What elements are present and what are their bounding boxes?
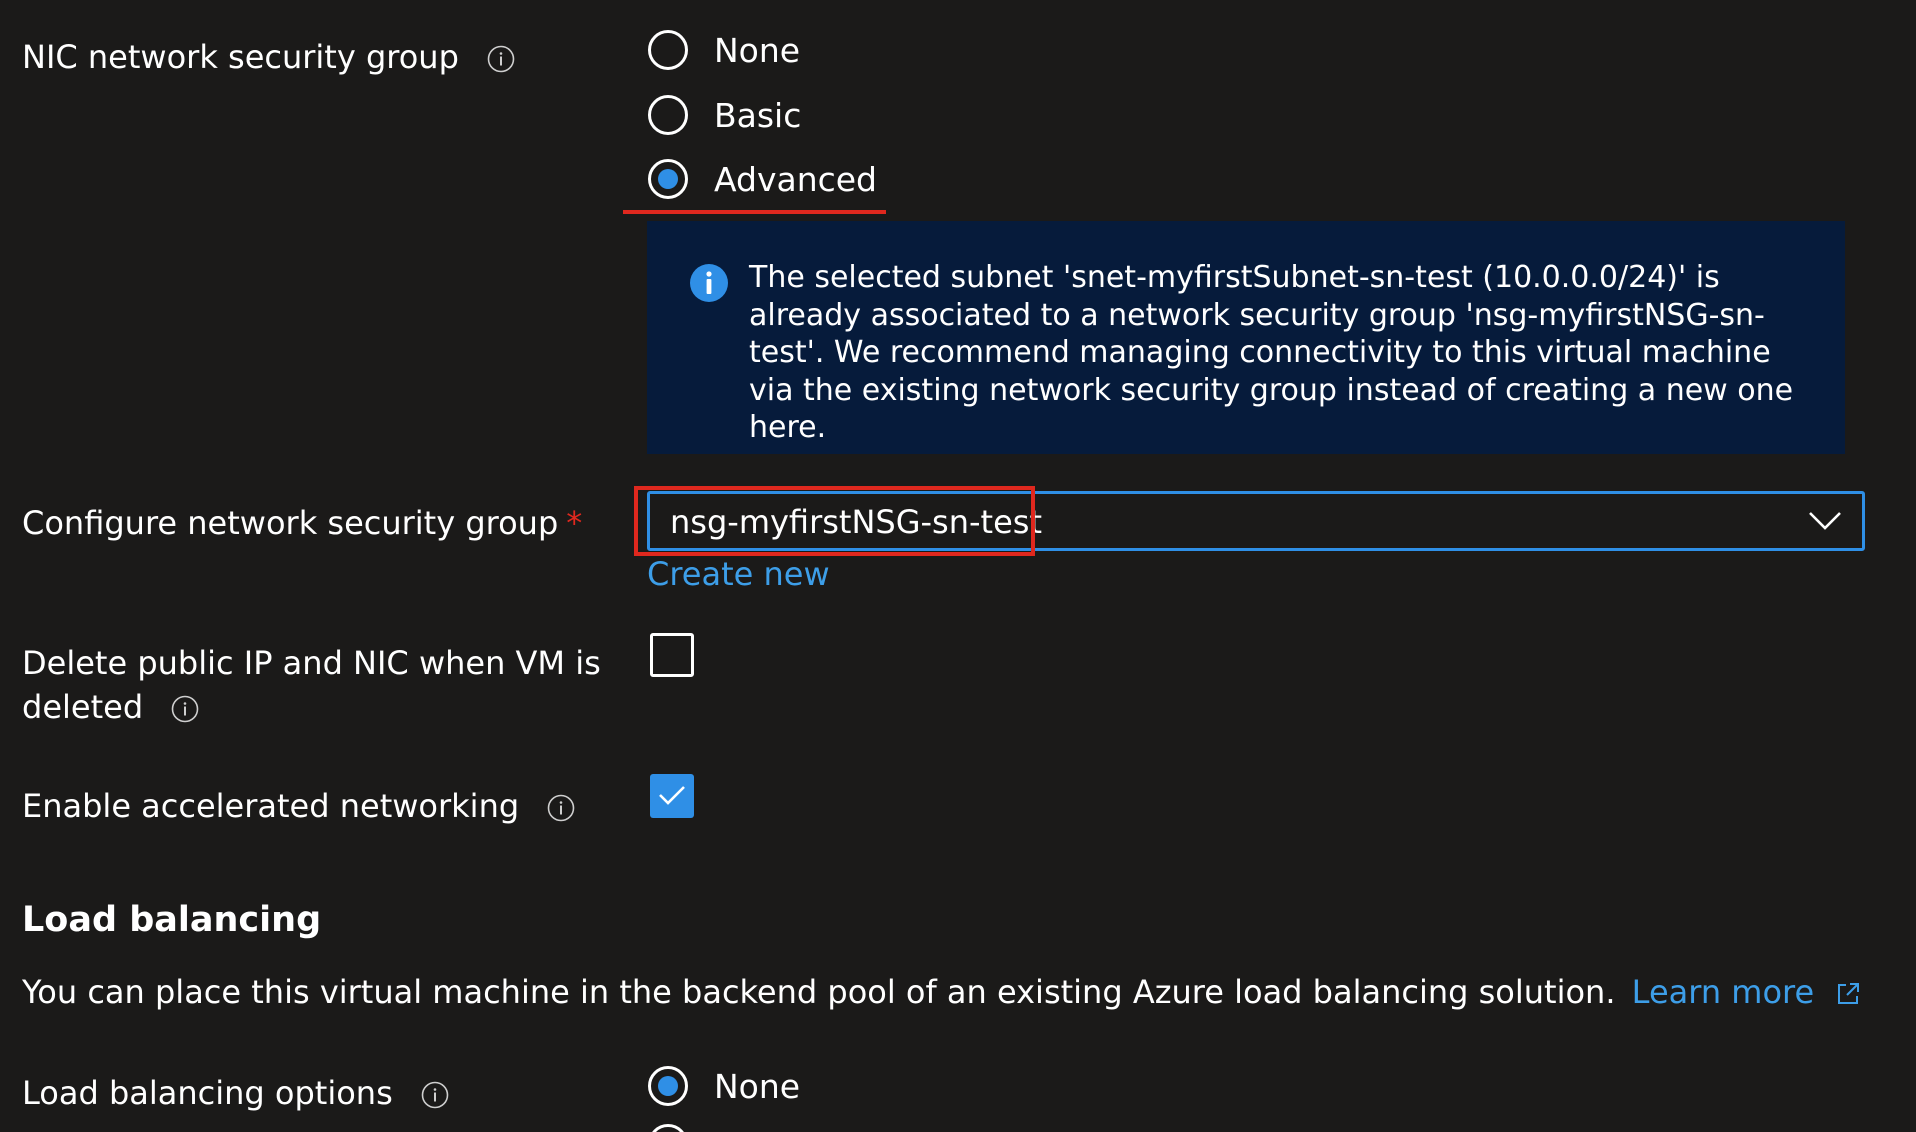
accelerated-networking-label-row: Enable accelerated networking — [22, 784, 575, 828]
required-asterisk: * — [566, 504, 583, 542]
load-balancing-description: You can place this virtual machine in th… — [22, 973, 1616, 1011]
radio-label: Basic — [714, 95, 802, 135]
highlight-box — [634, 486, 1035, 556]
delete-public-ip-checkbox[interactable] — [650, 633, 694, 677]
delete-public-ip-label-line1: Delete public IP and NIC when VM is — [22, 644, 601, 682]
create-new-wrapper: Create new — [647, 555, 830, 593]
radio-button-selected[interactable] — [648, 1066, 688, 1106]
load-balancing-options-label-row: Load balancing options — [22, 1071, 449, 1115]
info-icon[interactable] — [421, 1081, 449, 1109]
radio-button-partial[interactable] — [648, 1124, 688, 1132]
accelerated-networking-label: Enable accelerated networking — [22, 787, 520, 825]
info-filled-icon — [690, 264, 728, 302]
load-balancing-title: Load balancing — [22, 900, 322, 940]
chevron-down-icon[interactable] — [1808, 510, 1842, 532]
delete-public-ip-label: Delete public IP and NIC when VM is dele… — [22, 641, 601, 729]
info-banner: The selected subnet 'snet-myfirstSubnet-… — [647, 221, 1845, 454]
create-new-link[interactable]: Create new — [647, 555, 830, 593]
radio-label: None — [714, 30, 801, 70]
radio-label: None — [714, 1066, 801, 1106]
nsg-label-row: NIC network security group — [22, 35, 515, 79]
radio-button[interactable] — [648, 30, 688, 70]
info-icon[interactable] — [547, 794, 575, 822]
networking-settings-page: NIC network security group None Basic Ad… — [0, 0, 1916, 1132]
nsg-label: NIC network security group — [22, 38, 459, 76]
nsg-option-basic[interactable]: Basic — [648, 89, 801, 141]
delete-public-ip-label-line2: deleted — [22, 688, 144, 726]
load-balancing-option-none[interactable]: None — [648, 1060, 800, 1112]
highlight-underline — [623, 210, 886, 214]
radio-label: Advanced — [714, 159, 878, 199]
configure-nsg-label-row: Configure network security group * — [22, 501, 582, 545]
checkmark-icon — [659, 786, 685, 805]
info-icon[interactable] — [487, 45, 515, 73]
configure-nsg-label: Configure network security group — [22, 504, 559, 542]
radio-button[interactable] — [648, 95, 688, 135]
info-icon[interactable] — [171, 695, 199, 723]
learn-more-link[interactable]: Learn more — [1632, 973, 1815, 1011]
nsg-option-none[interactable]: None — [648, 24, 800, 76]
load-balancing-description-row: You can place this virtual machine in th… — [22, 970, 1862, 1014]
load-balancing-options-label: Load balancing options — [22, 1074, 393, 1112]
info-banner-text: The selected subnet 'snet-myfirstSubnet-… — [749, 260, 1794, 445]
accelerated-networking-checkbox[interactable] — [650, 774, 694, 818]
radio-button-selected[interactable] — [648, 159, 688, 199]
delete-public-ip-label-line2-row: deleted — [22, 685, 601, 729]
external-link-icon[interactable] — [1834, 980, 1862, 1008]
nsg-option-advanced[interactable]: Advanced — [648, 153, 877, 205]
